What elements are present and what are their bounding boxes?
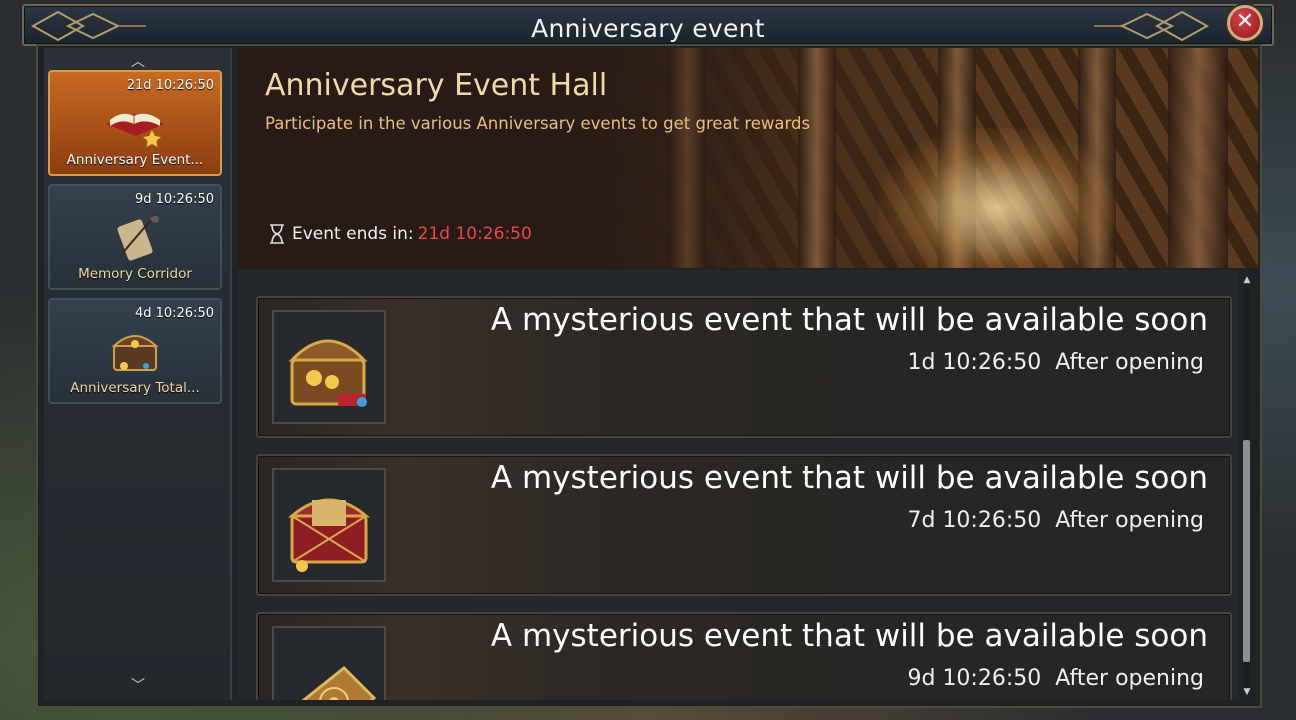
event-open-timer: 9d 10:26:50 After opening	[907, 666, 1204, 691]
event-list-scrollbar[interactable]: ▲ ▼	[1240, 272, 1254, 702]
banner-title: Anniversary Event Hall	[265, 68, 608, 103]
banner-art	[878, 128, 1118, 268]
sidebar-item-anniversary-total[interactable]: 4d 10:26:50 Anniversary Total...	[48, 298, 222, 404]
event-thumbnail	[272, 310, 386, 424]
sidebar-item-label: Anniversary Event...	[66, 152, 204, 168]
event-list[interactable]: A mysterious event that will be availabl…	[238, 270, 1238, 700]
event-timer: 7d 10:26:50	[907, 508, 1042, 533]
sidebar-item-label: Memory Corridor	[78, 266, 192, 282]
title-bar: Anniversary event	[22, 4, 1274, 46]
scroll-quill-icon	[117, 213, 159, 261]
sidebar-item-timer: 4d 10:26:50	[134, 306, 214, 321]
event-ends-value: 21d 10:26:50	[417, 224, 532, 244]
event-sidebar[interactable]: ︿ 21d 10:26:50 Anniversary Event... 9d 1…	[44, 48, 232, 700]
sidebar-item-timer: 9d 10:26:50	[134, 192, 214, 207]
banner-subtitle: Participate in the various Anniversary e…	[265, 114, 811, 133]
event-hall-banner: Anniversary Event Hall Participate in th…	[238, 48, 1258, 268]
event-window: Anniversary event ✕ ︿ 21d 10:26:50 Anniv…	[0, 0, 1296, 720]
book-icon	[106, 113, 164, 147]
sidebar-item-anniversary-event-hall[interactable]: 21d 10:26:50 Anniversary Event...	[48, 70, 222, 176]
treasure-chest-icon	[111, 335, 159, 371]
event-card[interactable]: A mysterious event that will be availabl…	[256, 454, 1232, 596]
event-ends-label: Event ends in:	[292, 224, 414, 244]
sidebar-scroll-up-icon[interactable]: ︿	[44, 50, 232, 72]
scrollbar-thumb[interactable]	[1243, 440, 1250, 662]
ornament-right-icon	[1094, 10, 1210, 42]
event-end-countdown: Event ends in: 21d 10:26:50	[268, 224, 532, 244]
event-open-timer: 1d 10:26:50 After opening	[907, 350, 1204, 375]
event-timer: 9d 10:26:50	[907, 666, 1042, 691]
event-card[interactable]: A mysterious event that will be availabl…	[256, 612, 1232, 700]
event-title: A mysterious event that will be availabl…	[490, 302, 1208, 338]
event-thumbnail	[272, 626, 386, 700]
hourglass-icon	[270, 224, 284, 244]
banner-art	[798, 48, 836, 268]
scroll-up-icon[interactable]: ▲	[1240, 274, 1254, 286]
event-card[interactable]: A mysterious event that will be availabl…	[256, 296, 1232, 438]
banner-art	[1168, 48, 1228, 268]
window-title: Anniversary event	[531, 14, 765, 43]
sidebar-item-label: Anniversary Total...	[70, 380, 200, 396]
event-open-timer: 7d 10:26:50 After opening	[907, 508, 1204, 533]
sidebar-item-timer: 21d 10:26:50	[126, 78, 214, 93]
scroll-down-icon[interactable]: ▼	[1240, 686, 1254, 698]
ornate-book-icon	[301, 665, 377, 700]
gift-chest-icon	[287, 498, 371, 572]
event-title: A mysterious event that will be availabl…	[490, 460, 1208, 496]
sidebar-scroll-down-icon[interactable]: ﹀	[44, 674, 232, 696]
event-thumbnail	[272, 468, 386, 582]
close-icon: ✕	[1235, 9, 1255, 34]
close-button[interactable]: ✕	[1227, 5, 1263, 41]
event-timer: 1d 10:26:50	[907, 350, 1042, 375]
event-timer-suffix: After opening	[1055, 350, 1204, 375]
event-title: A mysterious event that will be availabl…	[490, 618, 1208, 654]
treasure-chest-icon	[288, 339, 368, 407]
event-timer-suffix: After opening	[1055, 508, 1204, 533]
sidebar-item-memory-corridor[interactable]: 9d 10:26:50 Memory Corridor	[48, 184, 222, 290]
event-timer-suffix: After opening	[1055, 666, 1204, 691]
